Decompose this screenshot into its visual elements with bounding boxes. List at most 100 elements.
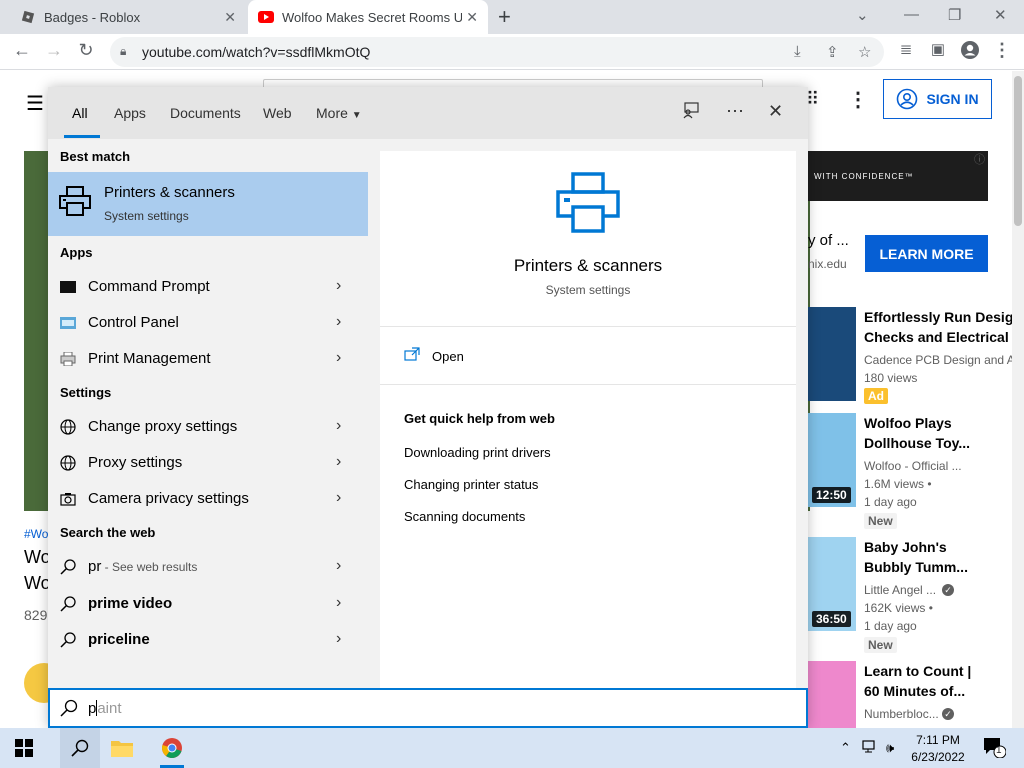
chevron-right-icon[interactable]: › [336,489,341,507]
chevron-right-icon[interactable]: › [336,277,341,295]
close-tab-icon[interactable]: ✕ [224,9,236,26]
search-icon [60,632,76,648]
recommendation-item[interactable]: Learn to Count | 60 Minutes of... Number… [808,661,1008,728]
chevron-right-icon[interactable]: › [336,557,341,575]
tab-search-icon[interactable]: ⌄ [856,6,869,24]
tab-documents[interactable]: Documents [170,105,241,121]
web-result-pr[interactable]: pr - See web results › [48,549,368,585]
recommendation-item[interactable]: 36:50 Baby John's Bubbly Tumm... Little … [808,537,1008,653]
tab-roblox[interactable]: Badges - Roblox ✕ [10,0,246,34]
web-result-prime-video[interactable]: prime video › [48,586,368,622]
search-input[interactable]: paint [48,688,808,728]
setting-change-proxy[interactable]: Change proxy settings › [48,409,368,445]
restore-icon[interactable]: ❐ [948,6,961,24]
rec-views: 162K views • [864,601,933,615]
open-action[interactable]: Open [380,327,796,385]
system-clock[interactable]: 7:11 PM 6/23/2022 [906,732,970,766]
scrollbar-thumb[interactable] [1014,76,1022,226]
ad-info-icon[interactable]: ⓘ [974,151,985,167]
quick-help-link[interactable]: Changing printer status [404,477,538,492]
rec-channel: Little Angel ... [864,583,937,597]
recommendation-item[interactable]: Effortlessly Run Design Checks and Elect… [808,307,1015,407]
sign-in-button[interactable]: SIGN IN [883,79,992,119]
video-thumbnail[interactable] [808,307,856,401]
media-control-icon[interactable]: ≣ [894,40,918,58]
reload-icon[interactable]: ↻ [74,40,98,61]
chevron-up-icon[interactable]: ⌃ [840,740,851,756]
address-bar[interactable]: 🔒︎ youtube.com/watch?v=ssdflMkmOtQ ⤓ ⇪ ☆ [110,37,884,67]
chevron-right-icon[interactable]: › [336,453,341,471]
tab-title: Wolfoo Makes Secret Rooms Un [282,9,462,25]
tab-more-label: More [316,105,348,121]
best-match-item[interactable]: Printers & scanners System settings [48,172,368,236]
tab-youtube[interactable]: Wolfoo Makes Secret Rooms Un ✕ [248,0,488,34]
web-result-priceline[interactable]: priceline › [48,622,368,658]
side-panel-icon[interactable]: ▣ [926,40,950,58]
chrome-icon[interactable] [160,736,184,760]
chevron-right-icon[interactable]: › [336,594,341,612]
bookmark-star-icon[interactable]: ☆ [858,43,871,61]
video-thumbnail[interactable] [808,661,856,728]
rec-age: 1 day ago [864,495,917,509]
quick-help-link[interactable]: Scanning documents [404,509,525,524]
setting-proxy[interactable]: Proxy settings › [48,445,368,481]
new-tab-button[interactable]: + [498,4,511,30]
back-icon[interactable]: ← [10,40,34,61]
chevron-right-icon[interactable]: › [336,313,341,331]
web-result-label: priceline [88,631,150,648]
recommendation-item[interactable]: 12:50 Wolfoo Plays Dollhouse Toy... Wolf… [808,413,1008,529]
app-print-management[interactable]: Print Management › [48,341,368,377]
tab-more[interactable]: More ▼ [316,105,362,121]
rec-channel: Numberbloc... [864,707,939,721]
printer-icon [556,171,620,240]
close-window-icon[interactable]: ✕ [994,6,1007,24]
profile-icon[interactable] [958,40,982,65]
print-management-icon [60,351,76,367]
chevron-right-icon[interactable]: › [336,630,341,648]
minimize-icon[interactable]: — [904,6,919,23]
tab-all[interactable]: All [72,105,88,121]
notification-icon[interactable]: 1 [982,736,1007,763]
app-label: Control Panel [88,314,179,331]
forward-icon[interactable]: → [42,40,66,61]
tab-web[interactable]: Web [263,105,292,121]
file-explorer-icon[interactable] [110,736,134,760]
rec-title-line: Checks and Electrical S [864,329,1012,345]
setting-label: Camera privacy settings [88,490,249,507]
network-icon[interactable] [862,740,878,757]
tab-apps[interactable]: Apps [114,105,146,121]
taskbar-search-icon[interactable] [60,728,100,768]
chevron-right-icon[interactable]: › [336,417,341,435]
video-thumbnail[interactable]: 36:50 [808,537,856,631]
windows-start-icon[interactable] [12,736,36,760]
detail-subtitle: System settings [545,283,631,297]
rec-channel: Cadence PCB Design and A [864,353,1015,367]
install-icon[interactable]: ⤓ [794,43,801,60]
chevron-right-icon[interactable]: › [336,349,341,367]
more-options-icon[interactable]: ⋮ [848,87,868,112]
setting-camera-privacy[interactable]: Camera privacy settings › [48,481,368,517]
close-tab-icon[interactable]: ✕ [466,9,478,26]
learn-more-button[interactable]: LEARN MORE [865,235,988,272]
search-icon [60,699,78,722]
hamburger-icon[interactable]: ☰ [26,91,44,116]
video-thumbnail[interactable]: 12:50 [808,413,856,507]
volume-icon[interactable]: 🕪︎ [886,740,894,756]
ad-title[interactable]: y of ... [808,232,849,249]
quick-help-link[interactable]: Downloading print drivers [404,445,551,460]
open-label: Open [432,349,464,364]
ad-banner[interactable]: WITH CONFIDENCE™ [808,151,988,201]
feedback-icon[interactable] [682,101,700,124]
duration-label: 12:50 [812,487,851,503]
app-command-prompt[interactable]: Command Prompt › [48,269,368,305]
video-title-line: Wo [24,547,51,567]
account-icon [897,88,918,110]
verified-icon: ✓ [942,584,954,596]
youtube-icon [258,9,274,25]
video-hashtag[interactable]: #Wo [24,527,48,541]
chrome-menu-icon[interactable]: ⋮ [990,40,1014,61]
app-control-panel[interactable]: Control Panel › [48,305,368,341]
close-icon[interactable]: ✕ [768,101,783,122]
share-icon[interactable]: ⇪ [826,43,839,61]
more-options-icon[interactable]: ⋯ [726,101,744,122]
